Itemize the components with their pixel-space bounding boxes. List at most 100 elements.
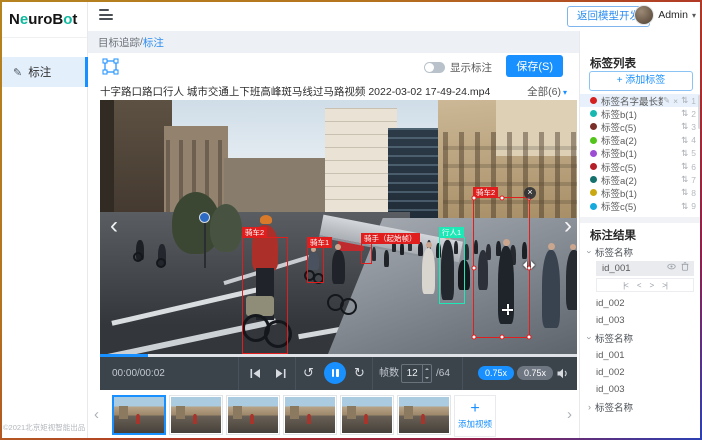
tag-color-dot — [590, 123, 597, 130]
resize-handle[interactable] — [472, 196, 477, 201]
logo-letter: e — [20, 11, 28, 28]
video-filter-dropdown[interactable]: 全部(6)▾ — [527, 84, 567, 99]
edit-icon[interactable]: ✎ — [663, 95, 670, 106]
video-thumbnail[interactable] — [226, 395, 280, 435]
sort-icon[interactable]: ⇅ — [681, 121, 688, 132]
resize-handle[interactable] — [527, 335, 532, 340]
tag-row[interactable]: 标签a(2)⇅4 — [580, 134, 702, 147]
group-label: 标签名称 — [595, 400, 633, 414]
frame-stepper[interactable] — [422, 365, 431, 382]
next-frame-icon[interactable]: > — [650, 281, 654, 290]
breadcrumb-root[interactable]: 目标追踪 — [98, 35, 140, 50]
result-id-row[interactable]: id_003 — [580, 382, 702, 397]
result-group-header[interactable]: ›标签名称 — [580, 244, 702, 260]
next-frame-button[interactable] — [274, 367, 287, 380]
filmstrip-prev-chevron[interactable]: ‹ — [94, 406, 99, 423]
video-title: 十字路口路口行人 城市交通上下班高峰斑马线过马路视频 2022-03-02 17… — [100, 84, 490, 99]
annotation-box[interactable]: 骑车2 — [242, 237, 288, 354]
prev-frame-icon[interactable]: < — [637, 281, 641, 290]
result-id-row[interactable]: id_001 — [580, 348, 702, 363]
move-cursor-icon — [502, 304, 513, 315]
sort-icon[interactable]: ⇅ — [681, 148, 688, 159]
avatar — [634, 5, 654, 25]
first-frame-icon[interactable]: |< — [623, 281, 628, 290]
resize-handle[interactable] — [499, 335, 504, 340]
menu-fold-icon[interactable] — [99, 9, 113, 21]
topbar: 返回模型开发 Admin ▾ — [88, 0, 702, 31]
video-thumbnail[interactable] — [169, 395, 223, 435]
resize-handle[interactable] — [499, 196, 504, 201]
sort-icon[interactable]: ⇅ — [681, 201, 688, 212]
speed-pill-active[interactable]: 0.75x — [478, 366, 514, 380]
video-prev-chevron[interactable]: ‹ — [103, 212, 125, 242]
video-thumbnail[interactable] — [397, 395, 451, 435]
sort-icon[interactable]: ⇅ — [681, 161, 688, 172]
result-id-row[interactable]: id_003 — [580, 313, 702, 328]
tag-color-dot — [590, 176, 597, 183]
sort-icon[interactable]: ⇅ — [681, 135, 688, 146]
user-menu[interactable]: Admin ▾ — [634, 5, 696, 25]
speed-pill-inactive[interactable]: 0.75x — [517, 366, 553, 380]
video-thumbnail[interactable] — [340, 395, 394, 435]
frame-number-input[interactable]: 12 — [401, 364, 432, 383]
thumbnail-image — [342, 397, 392, 433]
filmstrip-next-chevron[interactable]: › — [567, 406, 572, 423]
tag-row[interactable]: 标签a(2)⇅7 — [580, 173, 702, 186]
delete-icon[interactable]: × — [673, 96, 678, 106]
result-group-header[interactable]: ›标签名称 — [580, 399, 702, 415]
show-annotations-control: 显示标注 — [424, 60, 492, 75]
volume-icon[interactable] — [556, 367, 569, 380]
result-id-row[interactable]: id_002 — [580, 365, 702, 380]
app-window: NeuroBot ✎ 标注 ©2021北京矩视智能出品 返回模型开发 Admin… — [0, 0, 702, 440]
sort-icon[interactable]: ⇅ — [681, 108, 688, 119]
video-thumbnail[interactable] — [283, 395, 337, 435]
tag-row[interactable]: 标签b(1)⇅5 — [580, 147, 702, 160]
sort-icon[interactable]: ⇅ — [681, 174, 688, 185]
pause-button[interactable] — [324, 362, 346, 384]
annotation-box[interactable]: 行人1 — [439, 237, 465, 304]
annotation-box[interactable]: 骑手（起始帧） — [361, 243, 372, 264]
frame-number-value[interactable]: 12 — [402, 365, 422, 382]
forward-10-button[interactable]: ↻ — [354, 365, 365, 381]
tag-name: 标签a(2) — [601, 133, 681, 147]
resize-handle[interactable] — [472, 335, 477, 340]
tag-row[interactable]: 标签c(5)⇅3 — [580, 120, 702, 133]
show-annotations-toggle[interactable] — [424, 62, 445, 73]
annotation-layer: 骑车2 骑车1 骑手（起始帧） 行人1 骑车2× — [100, 100, 577, 354]
annotation-close-button[interactable]: × — [524, 187, 536, 199]
trash-icon[interactable] — [681, 261, 689, 276]
result-id-row[interactable]: id_001 — [596, 261, 694, 276]
add-video-button[interactable]: + 添加视频 — [454, 395, 496, 437]
panel-scrollbar[interactable] — [698, 95, 701, 129]
result-group-header[interactable]: ›标签名称 — [580, 330, 702, 346]
annotation-box[interactable]: 骑车1 — [307, 247, 324, 283]
last-frame-icon[interactable]: >| — [662, 281, 667, 290]
video-canvas[interactable]: ‹ › 骑车2 骑车1 骑手（起始帧） 行人1 骑车2× — [100, 100, 577, 354]
sort-icon[interactable]: ⇅ — [681, 187, 688, 198]
resize-handle[interactable] — [472, 265, 477, 270]
video-thumbnail[interactable] — [112, 395, 166, 435]
tag-name: 标签b(1) — [601, 146, 681, 160]
add-tag-button[interactable]: + 添加标签 — [589, 71, 693, 91]
video-next-chevron[interactable]: › — [557, 212, 577, 242]
step-up-icon[interactable] — [423, 365, 431, 374]
sidebar-item-annotate[interactable]: ✎ 标注 — [0, 57, 88, 87]
copyright-text: ©2021北京矩视智能出品 — [3, 422, 87, 433]
rect-select-tool-icon[interactable] — [102, 58, 119, 75]
visibility-icon[interactable] — [667, 261, 676, 276]
sort-icon[interactable]: ⇅ — [681, 95, 688, 106]
step-down-icon[interactable] — [423, 374, 431, 383]
result-id-row[interactable]: id_002 — [580, 296, 702, 311]
prev-frame-button[interactable] — [249, 367, 262, 380]
save-button[interactable]: 保存(S) — [506, 55, 563, 77]
tag-row[interactable]: 标签c(5)⇅6 — [580, 160, 702, 173]
tag-row[interactable]: 标签b(1)⇅2 — [580, 107, 702, 120]
thumbnail-image — [399, 397, 449, 433]
tag-order-number: 2 — [691, 109, 696, 119]
tag-row[interactable]: 标签c(5)⇅9 — [580, 200, 702, 213]
caret-down-icon: ▾ — [692, 11, 696, 20]
tag-row[interactable]: 标签名字最长数...✎×⇅1 — [580, 94, 702, 107]
rewind-10-button[interactable]: ↺ — [303, 365, 314, 381]
annotation-box[interactable]: 骑车2× — [473, 197, 530, 338]
tag-row[interactable]: 标签b(1)⇅8 — [580, 186, 702, 199]
